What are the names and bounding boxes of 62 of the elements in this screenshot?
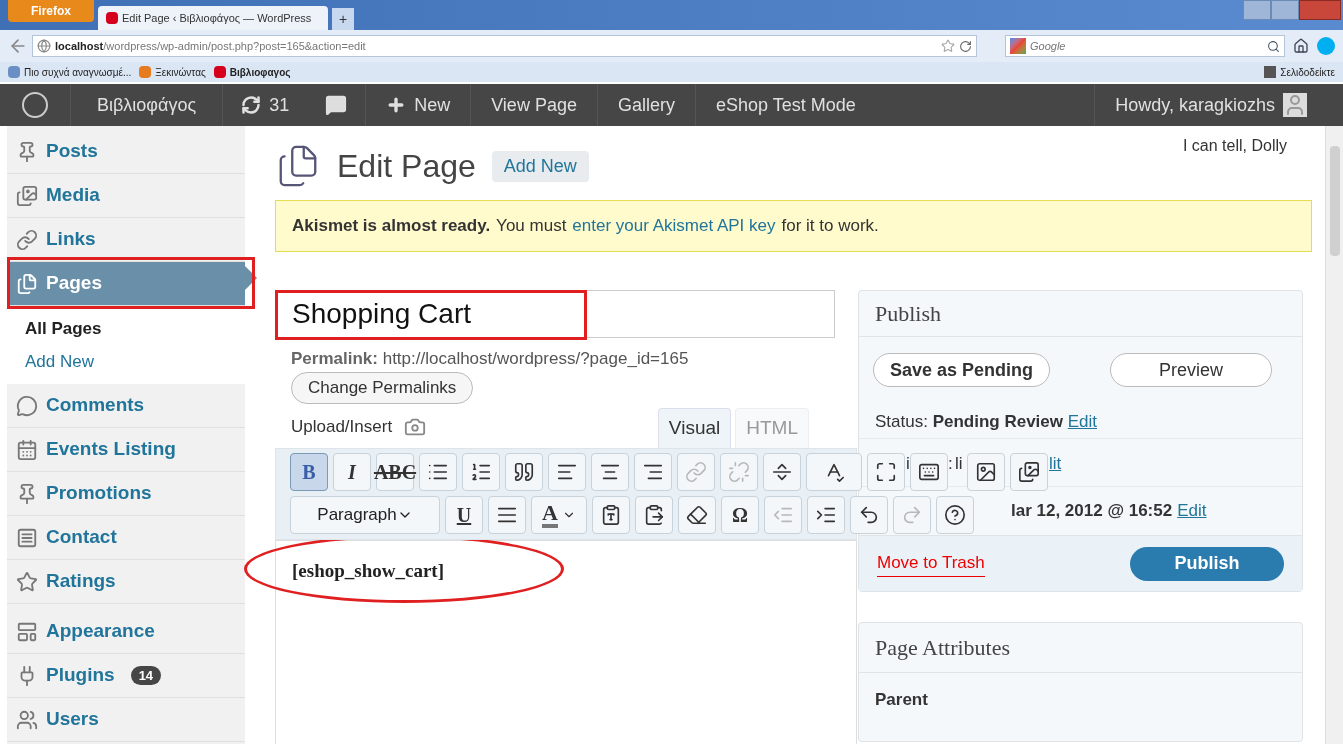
admin-bar-link[interactable]: eShop Test Mode bbox=[694, 84, 876, 126]
sidebar-item[interactable]: Media bbox=[7, 174, 245, 218]
bookmark-link[interactable]: Πιο συχνά αναγνωσμέ... bbox=[8, 64, 132, 80]
new-link[interactable]: New bbox=[365, 84, 471, 126]
format-button[interactable]: Ω bbox=[721, 495, 759, 534]
sidebar-item[interactable]: Posts bbox=[7, 130, 245, 174]
panel-title: Publish bbox=[859, 291, 1302, 337]
api-key-link[interactable]: enter your Akismet API key bbox=[572, 213, 776, 239]
sidebar-item[interactable]: Users bbox=[7, 698, 245, 742]
sidebar-item[interactable]: Appearance bbox=[7, 610, 245, 654]
new-tab-button[interactable]: + bbox=[332, 8, 354, 30]
format-select[interactable]: Paragraph bbox=[290, 495, 440, 534]
format-button[interactable]: B bbox=[290, 452, 328, 491]
edit-link[interactable]: Edit bbox=[1177, 498, 1207, 524]
schedule-date: lar 12, 2012 @ 16:52 bbox=[1011, 500, 1173, 523]
submenu-item[interactable]: All Pages bbox=[7, 312, 245, 345]
preview-button[interactable]: Preview bbox=[1110, 353, 1272, 387]
browser-tab[interactable]: Edit Page ‹ Βιβλιοφάγος — WordPress bbox=[98, 6, 328, 30]
editor-tab[interactable]: Visual bbox=[657, 407, 732, 448]
visibility-text: lit bbox=[1049, 453, 1062, 475]
save-pending-button[interactable]: Save as Pending bbox=[873, 353, 1051, 387]
sidebar-item[interactable]: Contact bbox=[7, 516, 245, 560]
bookmarks-menu[interactable]: Σελιδοδείκτε bbox=[1264, 64, 1335, 80]
permalink-label: Permalink: bbox=[291, 349, 378, 368]
status-label: Status: bbox=[875, 412, 928, 431]
search-field[interactable]: Google bbox=[1005, 35, 1285, 57]
visibility-text: i bbox=[906, 453, 910, 475]
panel-title: Page Attributes bbox=[859, 623, 1302, 673]
publish-button[interactable]: Publish bbox=[1130, 546, 1284, 581]
notice-message: Akismet is almost ready. You must enter your Akismet API key for it to work. bbox=[275, 200, 1312, 252]
format-button[interactable]: ABC bbox=[376, 452, 414, 491]
format-button[interactable]: I bbox=[333, 452, 371, 491]
submenu-item[interactable]: Add New bbox=[7, 345, 245, 378]
permalink-url: http://localhost/wordpress/?page_id=165 bbox=[382, 349, 689, 368]
text-color-button[interactable]: A bbox=[531, 495, 587, 534]
url-path: /wordpress/wp-admin/post.php?post=165&action=edit bbox=[103, 38, 366, 54]
visibility-text: : bbox=[948, 453, 953, 475]
sidebar-item[interactable]: Events Listing bbox=[7, 428, 245, 472]
admin-bar-link[interactable]: View Page bbox=[470, 84, 597, 126]
visibility-text: li bbox=[955, 453, 963, 475]
shortcode-text: [eshop_show_cart] bbox=[292, 558, 445, 583]
sidebar-item[interactable]: Ratings bbox=[7, 560, 245, 604]
sidebar-item[interactable]: Promotions bbox=[7, 472, 245, 516]
change-permalinks-button[interactable]: Change Permalinks bbox=[291, 371, 474, 404]
edit-link[interactable]: Edit bbox=[1067, 412, 1098, 431]
sidebar-item[interactable]: Plugins 14 bbox=[7, 654, 245, 698]
parent-label: Parent bbox=[874, 689, 929, 711]
bookmark-link[interactable]: Ξεκινώντας bbox=[139, 64, 206, 80]
dolly-quote: I can tell, Dolly bbox=[1182, 136, 1287, 156]
page-heading: Edit Page bbox=[337, 147, 476, 186]
upload-insert-label: Upload/Insert bbox=[291, 416, 393, 438]
bookmark-link[interactable]: Βιβλιοφαγος bbox=[213, 64, 291, 80]
count-badge: 14 bbox=[130, 665, 162, 686]
sidebar-item[interactable]: Comments bbox=[7, 384, 245, 428]
address-bar[interactable]: localhost/wordpress/wp-admin/post.php?post=165&action=edit bbox=[32, 35, 977, 57]
trash-link[interactable]: Move to Trash bbox=[877, 550, 985, 577]
url-host: localhost bbox=[55, 38, 104, 54]
account-link[interactable]: Howdy, karagkiozhs bbox=[1094, 84, 1343, 126]
add-new-button[interactable]: Add New bbox=[491, 150, 589, 182]
admin-bar-link[interactable]: Gallery bbox=[596, 84, 695, 126]
status-value: Pending Review bbox=[932, 412, 1064, 431]
format-button[interactable]: U bbox=[445, 495, 483, 534]
